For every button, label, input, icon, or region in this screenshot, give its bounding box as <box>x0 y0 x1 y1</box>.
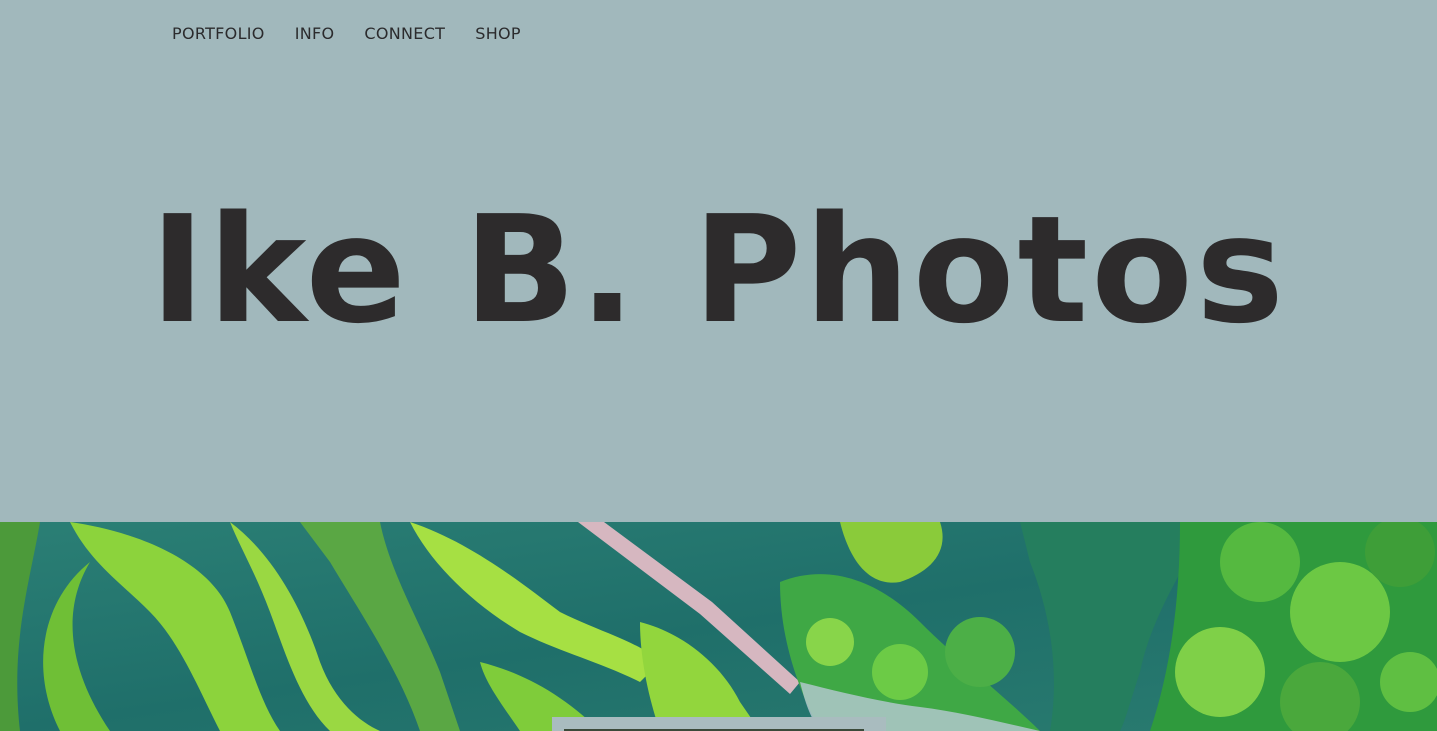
site-title: Ike B. Photos <box>149 184 1287 356</box>
nav-item-connect[interactable]: CONNECT <box>364 22 445 46</box>
nav-item-shop[interactable]: SHOP <box>475 22 521 46</box>
photo-card <box>552 717 886 731</box>
aerial-photo-graphic <box>0 522 1437 731</box>
top-nav: PORTFOLIO INFO CONNECT SHOP <box>172 22 521 46</box>
page: PORTFOLIO INFO CONNECT SHOP Ike B. Photo… <box>0 0 1437 731</box>
aerial-wetland-photo <box>0 522 1437 731</box>
nav-item-portfolio[interactable]: PORTFOLIO <box>172 22 265 46</box>
nav-item-info[interactable]: INFO <box>295 22 335 46</box>
